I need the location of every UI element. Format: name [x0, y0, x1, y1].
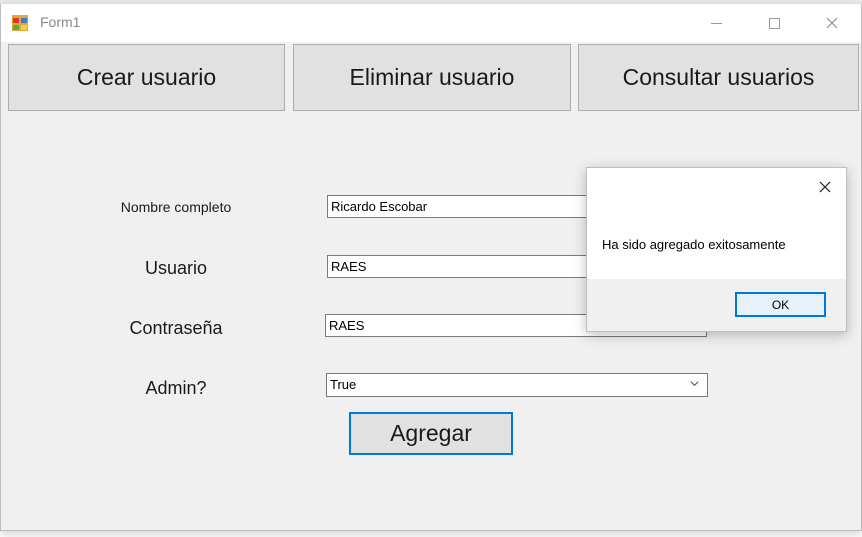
close-icon [826, 17, 838, 29]
minimize-button[interactable] [687, 4, 745, 42]
close-button[interactable] [803, 4, 861, 42]
app-form-icon [12, 15, 28, 31]
crear-usuario-button[interactable]: Crear usuario [8, 44, 285, 111]
window-title: Form1 [40, 14, 81, 30]
close-icon[interactable] [816, 178, 834, 196]
eliminar-usuario-button[interactable]: Eliminar usuario [293, 44, 571, 111]
dialog-message: Ha sido agregado exitosamente [602, 237, 786, 252]
admin-select[interactable]: True [326, 373, 708, 397]
maximize-button[interactable] [745, 4, 803, 42]
minimize-icon [710, 22, 722, 24]
ok-button[interactable]: OK [735, 292, 826, 317]
admin-label: Admin? [145, 378, 207, 398]
consultar-usuarios-button[interactable]: Consultar usuarios [578, 44, 859, 111]
agregar-button[interactable]: Agregar [349, 412, 513, 455]
chevron-down-icon [690, 381, 699, 387]
title-bar[interactable]: Form1 [1, 4, 861, 43]
contrasena-label: Contraseña [129, 318, 223, 338]
admin-select-value: True [330, 377, 357, 392]
message-dialog: Ha sido agregado exitosamente OK [586, 167, 847, 332]
maximize-icon [768, 17, 780, 29]
usuario-label: Usuario [144, 258, 208, 278]
nombre-label: Nombre completo [120, 199, 232, 215]
dialog-footer: OK [587, 279, 846, 331]
